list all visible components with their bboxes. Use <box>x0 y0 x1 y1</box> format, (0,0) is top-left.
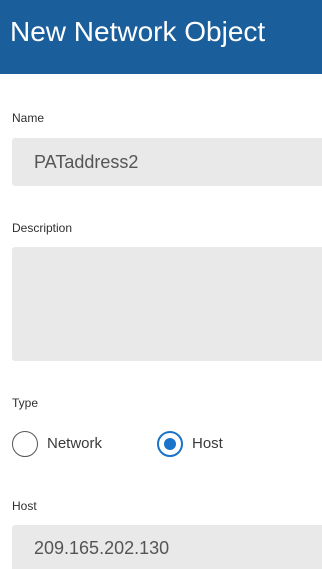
description-label: Description <box>12 221 73 235</box>
radio-selected-dot <box>164 438 176 450</box>
description-textarea[interactable] <box>12 247 322 361</box>
host-input-value: 209.165.202.130 <box>34 538 170 558</box>
dialog-title: New Network Object <box>10 16 266 47</box>
dialog-header: New Network Object <box>0 0 322 74</box>
type-host-label[interactable]: Host <box>192 435 223 453</box>
name-label: Name <box>12 111 45 125</box>
new-network-object-dialog: New Network Object Name PATaddress2 Desc… <box>0 0 322 569</box>
host-input[interactable]: 209.165.202.130 <box>12 525 322 569</box>
type-network-radio[interactable] <box>12 431 38 457</box>
type-network-label[interactable]: Network <box>47 435 102 453</box>
type-label: Type <box>12 396 39 410</box>
name-input-value: PATaddress2 <box>34 152 139 172</box>
host-label: Host <box>12 499 37 513</box>
name-input[interactable]: PATaddress2 <box>12 138 322 186</box>
type-host-radio[interactable] <box>157 431 183 457</box>
